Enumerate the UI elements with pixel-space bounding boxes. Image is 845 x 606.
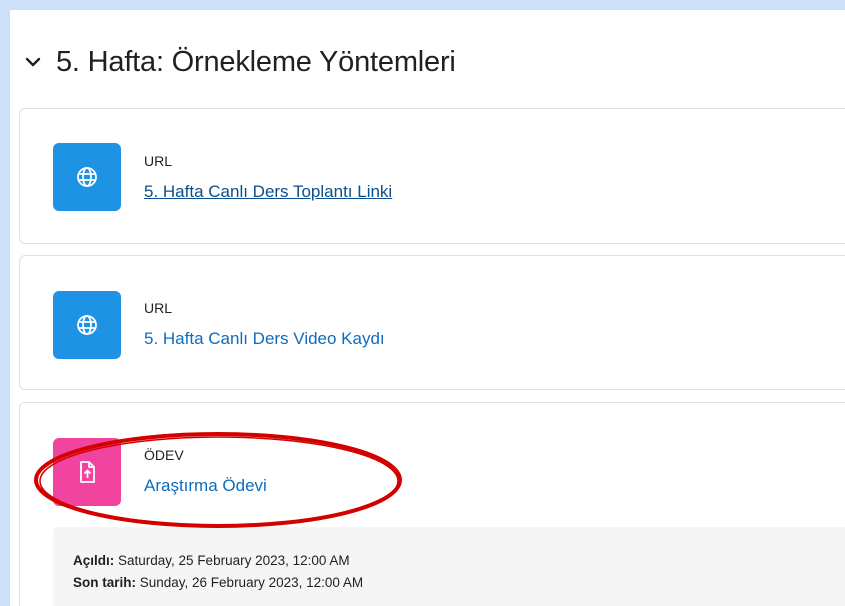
due-date: Son tarih: Sunday, 26 February 2023, 12:… — [73, 575, 363, 590]
activity-url-video: URL 5. Hafta Canlı Ders Video Kaydı — [19, 255, 845, 390]
activity-type-label: ÖDEV — [144, 447, 184, 463]
due-value: Sunday, 26 February 2023, 12:00 AM — [136, 575, 364, 590]
activity-link[interactable]: 5. Hafta Canlı Ders Toplantı Linki — [144, 182, 392, 202]
opened-label: Açıldı: — [73, 553, 115, 568]
due-label: Son tarih: — [73, 575, 136, 590]
section-title: 5. Hafta: Örnekleme Yöntemleri — [56, 45, 456, 78]
chevron-down-icon[interactable] — [24, 53, 42, 71]
activity-dates: Açıldı: Saturday, 25 February 2023, 12:0… — [53, 527, 845, 606]
file-upload-icon — [53, 438, 121, 506]
activity-link[interactable]: 5. Hafta Canlı Ders Video Kaydı — [144, 329, 385, 349]
activity-url-meeting: URL 5. Hafta Canlı Ders Toplantı Linki — [19, 108, 845, 244]
section-header[interactable]: 5. Hafta: Örnekleme Yöntemleri — [24, 42, 456, 82]
opened-value: Saturday, 25 February 2023, 12:00 AM — [114, 553, 350, 568]
globe-icon — [53, 291, 121, 359]
activity-type-label: URL — [144, 153, 173, 169]
activity-type-label: URL — [144, 300, 173, 316]
activity-link[interactable]: Araştırma Ödevi — [144, 476, 267, 496]
course-page: 5. Hafta: Örnekleme Yöntemleri URL 5. Ha… — [10, 10, 845, 606]
opened-date: Açıldı: Saturday, 25 February 2023, 12:0… — [73, 553, 350, 568]
globe-icon — [53, 143, 121, 211]
activity-assignment: ÖDEV Araştırma Ödevi Açıldı: Saturday, 2… — [19, 402, 845, 606]
